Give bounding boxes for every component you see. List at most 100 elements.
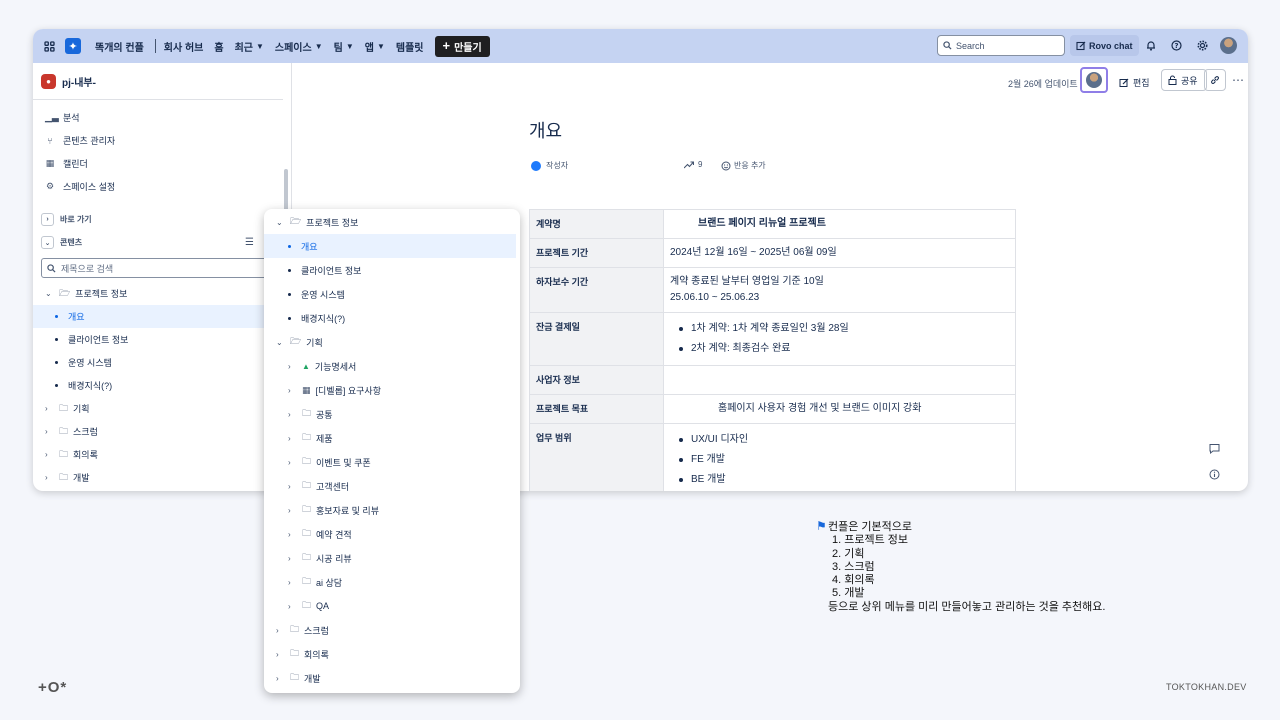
rovo-chat-button[interactable]: Rovo chat (1070, 35, 1139, 56)
tree-item[interactable]: 클라이언트 정보 (264, 258, 520, 282)
table-row: 사업자 정보 (529, 365, 1016, 395)
table-key: 계약명 (529, 209, 664, 239)
chevron-right-icon[interactable]: › (288, 362, 298, 371)
tree-item[interactable]: › 🗀 시공 리뷰 (264, 546, 520, 570)
space-avatar-icon: ● (41, 73, 56, 89)
tree-item[interactable]: › 🗀 이벤트 및 쿠폰 (264, 450, 520, 474)
nav-company-hub[interactable]: 회사 허브 (164, 39, 204, 54)
sidebar-item-calendar[interactable]: ▦ 캘린더 (33, 152, 291, 175)
copy-link-button[interactable] (1204, 69, 1226, 91)
tree-item[interactable]: › 🗀 개발 (264, 666, 520, 690)
chevron-right-icon[interactable]: › (288, 482, 298, 491)
chevron-down-icon[interactable]: ⌄ (276, 218, 286, 227)
chevron-right-icon[interactable]: › (45, 473, 55, 482)
nav-teams[interactable]: 팀 ▼ (334, 39, 354, 54)
tree-item[interactable]: 개요 (33, 305, 291, 328)
help-icon[interactable]: ? (1169, 38, 1183, 52)
user-avatar[interactable] (1220, 37, 1237, 54)
chevron-down-icon[interactable]: ⌄ (276, 338, 286, 347)
folder-icon: 🗀 (302, 552, 312, 562)
comments-icon[interactable] (1206, 440, 1222, 456)
search-input[interactable]: Search (937, 35, 1065, 56)
tree-item[interactable]: › 🗀 홍보자료 및 리뷰 (264, 498, 520, 522)
tree-item[interactable]: 클라이언트 정보 (33, 328, 291, 351)
author-byline[interactable]: 작성자 (531, 160, 568, 171)
chevron-right-icon[interactable]: › (276, 626, 286, 635)
viewer-avatar[interactable] (1080, 67, 1108, 93)
nav-apps[interactable]: 앱 ▼ (365, 39, 385, 54)
tree-item[interactable]: 운영 시스템 (33, 351, 291, 374)
settings-gear-icon[interactable] (1195, 38, 1209, 52)
app-switcher-icon[interactable] (41, 38, 57, 54)
tree-item[interactable]: › 🗀 개발 (33, 466, 291, 489)
page-views[interactable]: 9 (684, 160, 702, 169)
chevron-right-icon[interactable]: › (288, 530, 298, 539)
nav-home[interactable]: 홈 (214, 39, 223, 54)
tree-item[interactable]: ⌄ 🗁 프로젝트 정보 (264, 210, 520, 234)
chevron-right-icon[interactable]: › (288, 602, 298, 611)
shortcuts-section[interactable]: › 바로 가기 (33, 208, 291, 231)
nav-my-confluence[interactable]: 똑개의 컨플 (95, 39, 144, 54)
tree-item[interactable]: › 🗀 회의록 (33, 443, 291, 466)
tree-item[interactable]: › 🗀 스크럼 (33, 420, 291, 443)
tree-item[interactable]: 개요 (264, 234, 516, 258)
sidebar-item-space-settings[interactable]: ⚙ 스페이스 설정 (33, 175, 291, 198)
chevron-right-icon[interactable]: › (45, 404, 55, 413)
nav-templates[interactable]: 템플릿 (396, 39, 424, 54)
title-filter-input[interactable]: 제목으로 검색 (41, 258, 271, 278)
tree-item-label: 회의록 (304, 649, 329, 660)
add-reaction-button[interactable]: 반응 추가 (721, 160, 766, 171)
bell-icon[interactable] (1144, 38, 1158, 52)
tree-item[interactable]: 배경지식(?) (33, 374, 291, 397)
nav-spaces[interactable]: 스페이스 ▼ (275, 39, 323, 54)
chevron-right-icon[interactable]: › (45, 427, 55, 436)
tree-item-label: 제품 (316, 433, 333, 444)
chevron-right-icon[interactable]: › (288, 434, 298, 443)
confluence-logo-icon[interactable]: ✦ (65, 38, 81, 54)
content-section[interactable]: ⌄ 콘텐츠 ☰ (33, 231, 291, 254)
create-button[interactable]: + 만들기 (434, 35, 490, 57)
sidebar-item-analytics[interactable]: ▁▃ 분석 (33, 106, 291, 129)
folder-open-icon: 🗁 (59, 287, 71, 298)
chevron-right-icon[interactable]: › (288, 458, 298, 467)
tree-item[interactable]: › 🗀 QA (264, 594, 520, 618)
tree-item-label: 프로젝트 정보 (306, 217, 359, 228)
chevron-right-icon[interactable]: › (276, 674, 286, 683)
tree-item[interactable]: 운영 시스템 (264, 282, 520, 306)
tree-item[interactable]: › 🗀 스크럼 (264, 618, 520, 642)
space-header[interactable]: ● pj-내부- (33, 63, 291, 99)
updated-label[interactable]: 2월 26에 업데이트 (1008, 77, 1078, 90)
sidebar-item-label: 콘텐츠 관리자 (63, 136, 116, 146)
chevron-right-icon[interactable]: › (288, 506, 298, 515)
tree-item[interactable]: › ▲ 기능명세서 (264, 354, 520, 378)
tree-item[interactable]: 배경지식(?) (264, 306, 520, 330)
tree-item[interactable]: › 🗀 회의록 (264, 642, 520, 666)
tree-item-label: 스크럼 (73, 427, 98, 437)
chevron-right-icon[interactable]: › (288, 578, 298, 587)
tree-item[interactable]: ⌄ 🗁 기획 (264, 330, 520, 354)
chevron-right-icon[interactable]: › (288, 386, 298, 395)
note-outro: 등으로 상위 메뉴를 미리 만들어놓고 관리하는 것을 추천해요. (828, 600, 1106, 613)
edit-button[interactable]: 편집 (1119, 76, 1150, 89)
tree-item[interactable]: › 🗀 예약 견적 (264, 522, 520, 546)
more-actions-icon[interactable]: ⋯ (1232, 73, 1244, 87)
chevron-right-icon[interactable]: › (276, 650, 286, 659)
tree-item[interactable]: › 🗀 제품 (264, 426, 520, 450)
tree-item[interactable]: › 🗀 ai 상담 (264, 570, 520, 594)
sidebar-item-content-manager[interactable]: ⑂ 콘텐츠 관리자 (33, 129, 291, 152)
tree-item[interactable]: › 🗀 공통 (264, 402, 520, 426)
share-button[interactable]: 공유 (1161, 69, 1207, 91)
tree-item[interactable]: › ▦ [디벨롭] 요구사항 (264, 378, 520, 402)
chevron-right-icon[interactable]: › (288, 410, 298, 419)
chevron-right-icon[interactable]: › (288, 554, 298, 563)
tree-item[interactable]: ⌄ 🗁 프로젝트 정보 (33, 282, 291, 305)
chevron-down-icon[interactable]: ⌄ (45, 289, 55, 298)
tree-item[interactable]: › 🗀 기획 (33, 397, 291, 420)
chevron-right-icon[interactable]: › (45, 450, 55, 459)
content-manager-icon: ⑂ (47, 135, 53, 146)
nav-recent[interactable]: 최근 ▼ (235, 39, 264, 54)
filter-icon[interactable]: ☰ (245, 237, 254, 248)
info-icon[interactable] (1206, 466, 1222, 482)
list-item: 1차 계약: 1차 계약 종료일인 3월 28일 (670, 319, 1009, 339)
tree-item[interactable]: › 🗀 고객센터 (264, 474, 520, 498)
